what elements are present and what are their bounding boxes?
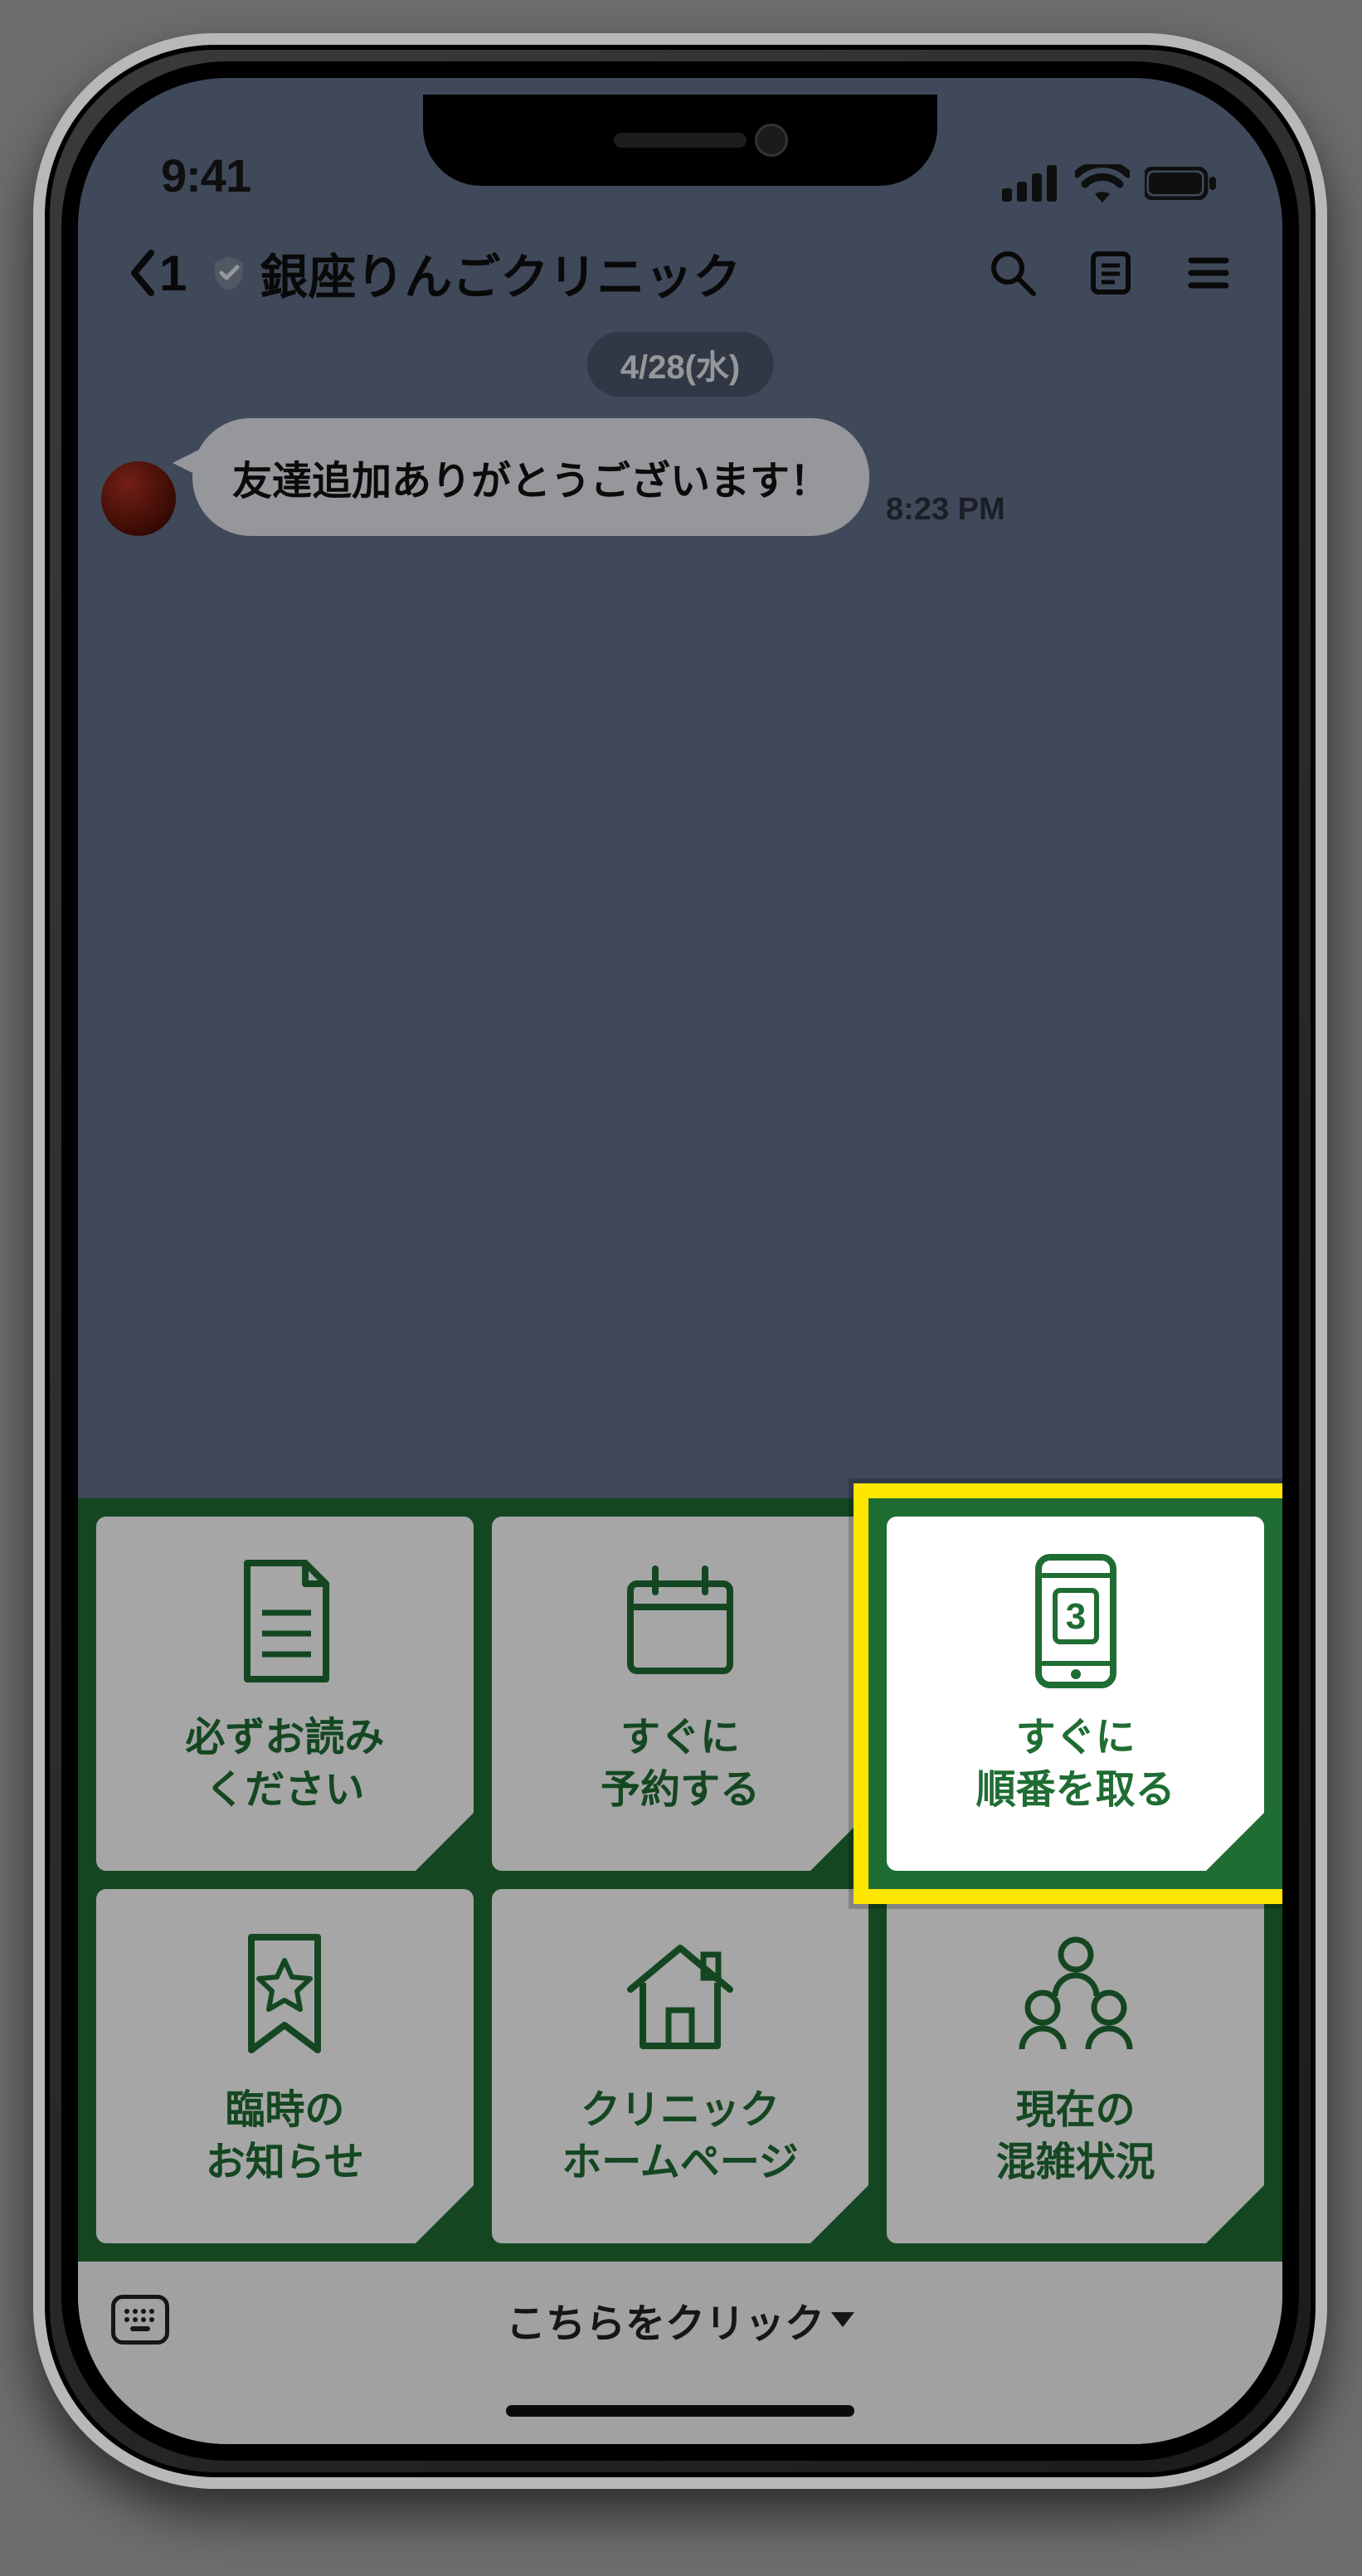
tile-homepage[interactable]: クリニック ホームページ	[492, 1889, 869, 2243]
date-chip: 4/28(水)	[587, 332, 774, 397]
people-icon	[1005, 1919, 1146, 2068]
footer-label: こちらをクリック	[506, 2291, 824, 2349]
device-notch	[423, 95, 937, 186]
cellular-icon	[1002, 165, 1060, 202]
hamburger-icon[interactable]	[1184, 249, 1233, 297]
chevron-left-icon	[128, 250, 154, 296]
tile-label: 現在の	[996, 2085, 1155, 2136]
chevron-down-icon	[831, 2312, 854, 2327]
notes-icon[interactable]	[1087, 249, 1135, 297]
tile-reserve[interactable]: すぐに 予約する	[492, 1517, 869, 1871]
message-row: 友達追加ありがとうございます！ 8:23 PM	[101, 418, 1249, 536]
phone-frame: 9:41	[33, 33, 1327, 2489]
tile-label: 予約する	[601, 1765, 760, 1816]
tile-label: お知らせ	[206, 2137, 364, 2189]
calendar-icon	[618, 1546, 742, 1696]
chat-body[interactable]: 4/28(水) 友達追加ありがとうございます！ 8:23 PM	[78, 327, 1282, 1498]
tile-news[interactable]: 臨時の お知らせ	[96, 1889, 474, 2243]
home-indicator[interactable]	[78, 2378, 1282, 2444]
verified-shield-icon	[210, 254, 248, 292]
phone-ticket-icon: 3	[1026, 1546, 1126, 1696]
tile-label: 臨時の	[206, 2085, 364, 2136]
bookmark-star-icon	[231, 1919, 338, 2068]
svg-text:3: 3	[1065, 1596, 1085, 1637]
document-icon	[231, 1546, 338, 1696]
avatar[interactable]	[101, 461, 176, 536]
message-bubble[interactable]: 友達追加ありがとうございます！	[192, 418, 869, 536]
wifi-icon	[1075, 164, 1130, 202]
tile-congestion[interactable]: 現在の 混雑状況	[887, 1889, 1264, 2243]
tile-label: ホームページ	[562, 2137, 799, 2189]
search-icon[interactable]	[989, 249, 1037, 297]
rich-menu-footer[interactable]: こちらをクリック	[78, 2262, 1282, 2378]
tile-read-first[interactable]: 必ずお読み ください	[96, 1517, 474, 1871]
message-time: 8:23 PM	[886, 492, 1005, 536]
status-time: 9:41	[161, 149, 251, 202]
back-count: 1	[159, 245, 187, 302]
tile-label: 順番を取る	[976, 1765, 1175, 1816]
tile-label: クリニック	[562, 2085, 799, 2136]
tile-label: 必ずお読み	[185, 1712, 384, 1764]
account-title[interactable]: 銀座りんごクリニック	[210, 238, 741, 308]
account-name: 銀座りんごクリニック	[260, 238, 741, 308]
keyboard-icon[interactable]	[111, 2295, 169, 2345]
home-icon	[614, 1919, 747, 2068]
chat-header: 1 銀座りんごクリニック	[78, 219, 1282, 327]
tile-label: すぐに	[976, 1712, 1175, 1764]
tile-label: 混雑状況	[996, 2137, 1155, 2189]
back-button[interactable]: 1	[128, 245, 187, 302]
battery-icon	[1145, 167, 1216, 200]
tile-take-number-highlighted[interactable]: 3 すぐに 順番を取る	[887, 1517, 1264, 1871]
tile-label: すぐに	[601, 1712, 760, 1764]
tile-label: ください	[185, 1765, 384, 1816]
